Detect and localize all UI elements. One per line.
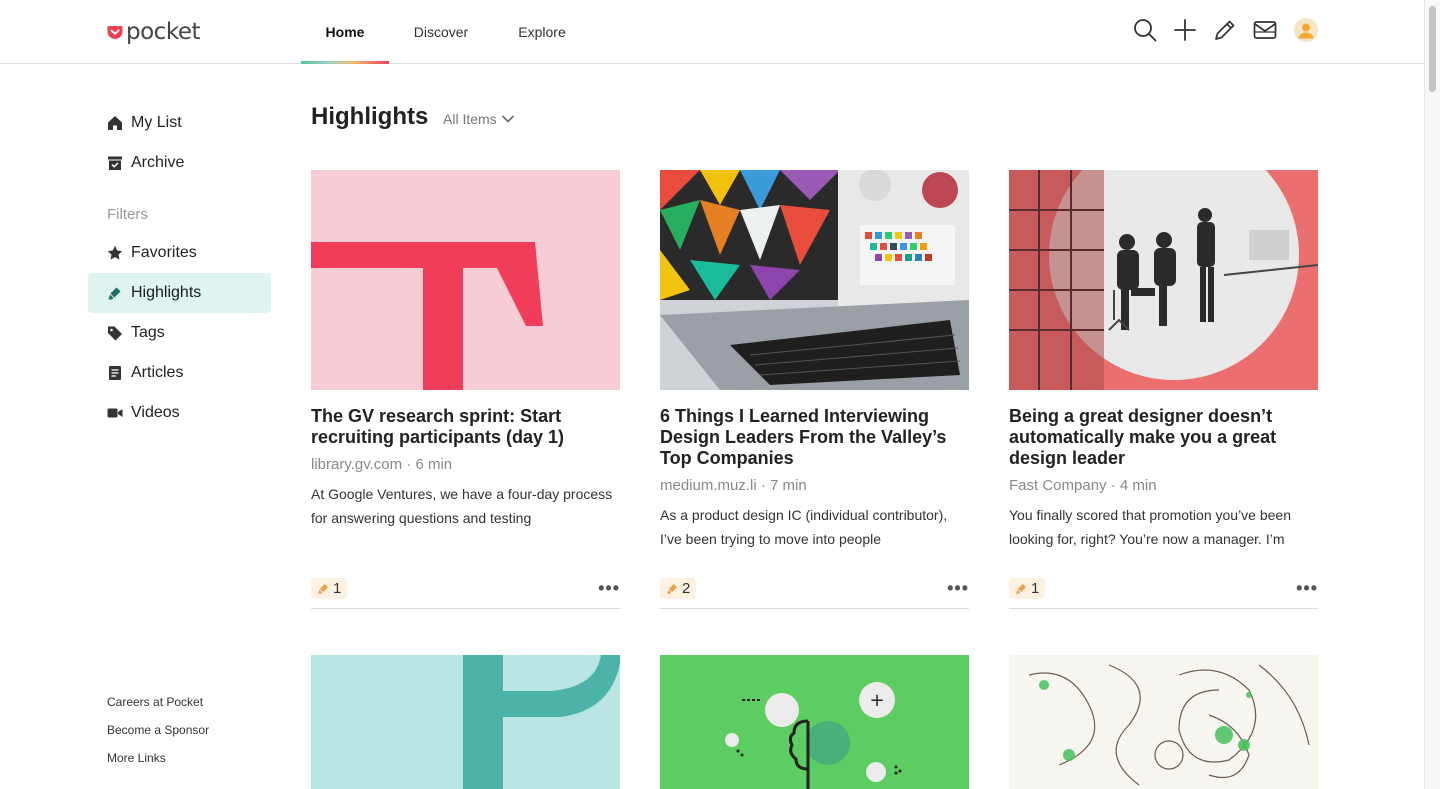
highlight-count-badge[interactable]: 1 [311, 577, 348, 599]
archive-icon [107, 155, 123, 171]
more-options-button[interactable]: ••• [947, 578, 969, 599]
article-card: Being a great designer doesn’t automatic… [1009, 170, 1318, 609]
search-button[interactable] [1132, 17, 1158, 43]
card-footer: 2 ••• [660, 568, 969, 609]
avatar[interactable] [1294, 18, 1318, 42]
article-title[interactable]: 6 Things I Learned Interviewing Design L… [660, 406, 969, 469]
highlighter-icon [667, 583, 677, 594]
scrollbar-thumb[interactable] [1429, 6, 1436, 92]
article-icon [107, 365, 123, 381]
article-excerpt: You finally scored that promotion you’ve… [1009, 507, 1291, 547]
article-card [1009, 655, 1318, 789]
add-item-button[interactable] [1172, 17, 1198, 43]
sidebar-item-archive[interactable]: Archive [88, 143, 271, 183]
tab-home[interactable]: Home [301, 0, 389, 64]
highlighter-icon [107, 285, 123, 301]
article-meta: medium.muz.li · 7 min [660, 477, 807, 494]
sidebar-item-articles[interactable]: Articles [88, 353, 271, 393]
video-icon [107, 405, 123, 421]
tab-discover[interactable]: Discover [389, 0, 493, 63]
sidebar: My List Archive Filters Favorites Highli… [88, 103, 271, 433]
top-header: pocket Home Discover Explore [0, 0, 1425, 64]
svg-text:+: + [869, 690, 884, 711]
chevron-down-icon [501, 115, 514, 123]
edit-button[interactable] [1212, 17, 1238, 43]
article-excerpt: As a product design IC (individual contr… [660, 507, 948, 547]
filters-heading: Filters [107, 206, 148, 223]
sidebar-item-label: Archive [131, 154, 185, 171]
article-thumbnail[interactable] [1009, 655, 1318, 789]
card-footer: 1 ••• [311, 568, 620, 609]
article-excerpt: At Google Ventures, we have a four-day p… [311, 486, 613, 526]
tab-explore[interactable]: Explore [493, 0, 591, 63]
pencil-icon [1215, 20, 1235, 40]
inbox-button[interactable] [1252, 17, 1278, 43]
tab-home-label: Home [325, 23, 365, 40]
sidebar-item-my-list[interactable]: My List [88, 103, 271, 143]
highlighter-icon [1016, 583, 1026, 594]
highlight-count: 2 [682, 579, 691, 597]
pocket-logo-icon [107, 26, 123, 39]
sidebar-item-label: Articles [131, 364, 184, 381]
article-meta: library.gv.com · 6 min [311, 456, 453, 473]
sidebar-item-favorites[interactable]: Favorites [88, 233, 271, 273]
highlight-count: 1 [1031, 579, 1040, 597]
article-thumbnail[interactable]: + [660, 655, 969, 789]
article-thumbnail[interactable] [311, 655, 620, 789]
careers-link[interactable]: Careers at Pocket [107, 692, 209, 720]
sidebar-item-label: Videos [131, 404, 180, 421]
page-scrollbar[interactable] [1424, 0, 1440, 789]
article-title[interactable]: The GV research sprint: Start recruiting… [311, 406, 620, 448]
search-icon [1134, 19, 1157, 42]
card-footer: 1 ••• [1009, 568, 1318, 609]
more-options-button[interactable]: ••• [1296, 578, 1318, 599]
more-links-link[interactable]: More Links [107, 748, 209, 776]
main-nav: Home Discover Explore [301, 0, 591, 64]
sidebar-item-label: Favorites [131, 244, 197, 261]
sidebar-item-label: My List [131, 114, 182, 131]
article-card: + [660, 655, 969, 789]
more-options-button[interactable]: ••• [598, 578, 620, 599]
highlight-count-badge[interactable]: 1 [1009, 577, 1046, 599]
tag-icon [107, 325, 123, 341]
article-card: The GV research sprint: Start recruiting… [311, 170, 620, 609]
article-card [311, 655, 620, 789]
active-tab-indicator [301, 61, 389, 64]
logo-text: pocket [126, 19, 201, 45]
filter-dropdown-label: All Items [443, 111, 497, 127]
sidebar-footer-links: Careers at Pocket Become a Sponsor More … [107, 692, 209, 776]
article-meta: Fast Company · 4 min [1009, 477, 1157, 494]
home-icon [107, 115, 123, 131]
article-thumbnail[interactable] [311, 170, 620, 390]
article-thumbnail[interactable] [660, 170, 969, 390]
article-card: 6 Things I Learned Interviewing Design L… [660, 170, 969, 609]
article-thumbnail[interactable] [1009, 170, 1318, 390]
sidebar-item-tags[interactable]: Tags [88, 313, 271, 353]
article-title[interactable]: Being a great designer doesn’t automatic… [1009, 406, 1318, 469]
sidebar-item-label: Highlights [131, 284, 202, 301]
highlight-count-badge[interactable]: 2 [660, 577, 697, 599]
user-avatar-icon [1294, 18, 1318, 42]
highlight-count: 1 [333, 579, 342, 597]
highlighter-icon [318, 583, 328, 594]
page-title: Highlights [311, 103, 429, 130]
items-filter-dropdown[interactable]: All Items [443, 111, 515, 127]
mail-icon [1253, 21, 1277, 39]
header-actions [1132, 17, 1318, 43]
pocket-logo[interactable]: pocket [107, 18, 201, 46]
tab-discover-label: Discover [413, 23, 469, 40]
sidebar-item-label: Tags [131, 324, 165, 341]
sidebar-item-highlights[interactable]: Highlights [88, 273, 271, 313]
star-icon [107, 245, 123, 261]
sponsor-link[interactable]: Become a Sponsor [107, 720, 209, 748]
sidebar-item-videos[interactable]: Videos [88, 393, 271, 433]
plus-icon [1174, 19, 1196, 41]
tab-explore-label: Explore [518, 23, 566, 40]
